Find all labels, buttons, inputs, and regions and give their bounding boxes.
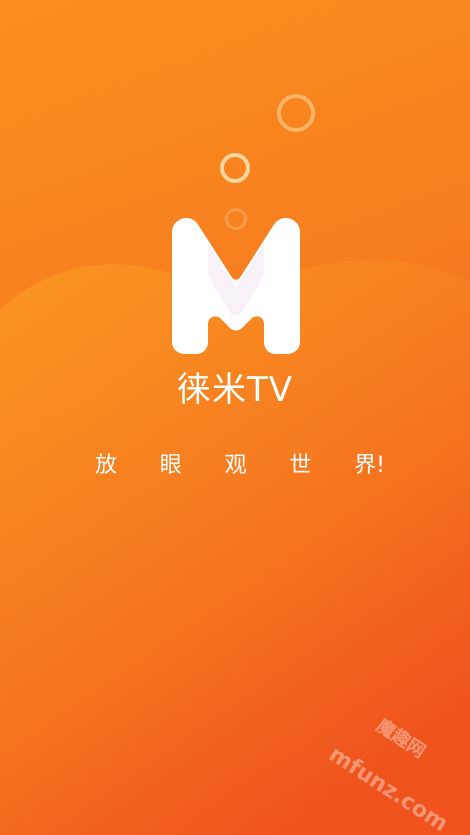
app-logo-icon: [172, 218, 300, 354]
bubble-medium-icon: [220, 153, 250, 183]
slogan-char: 界!: [354, 453, 385, 478]
slogan-char: 眼: [159, 453, 182, 478]
splash-screen: 徕米TV 放 眼 观 世 界! 魔趣网 mfunz.com: [0, 0, 470, 835]
app-name: 徕米TV: [176, 370, 294, 410]
slogan: 放 眼 观 世 界!: [95, 447, 385, 479]
slogan-char: 世: [289, 453, 312, 478]
background-wave: [0, 260, 470, 835]
slogan-char: 观: [224, 453, 247, 478]
bubble-large-icon: [277, 94, 315, 132]
slogan-char: 放: [95, 453, 118, 478]
